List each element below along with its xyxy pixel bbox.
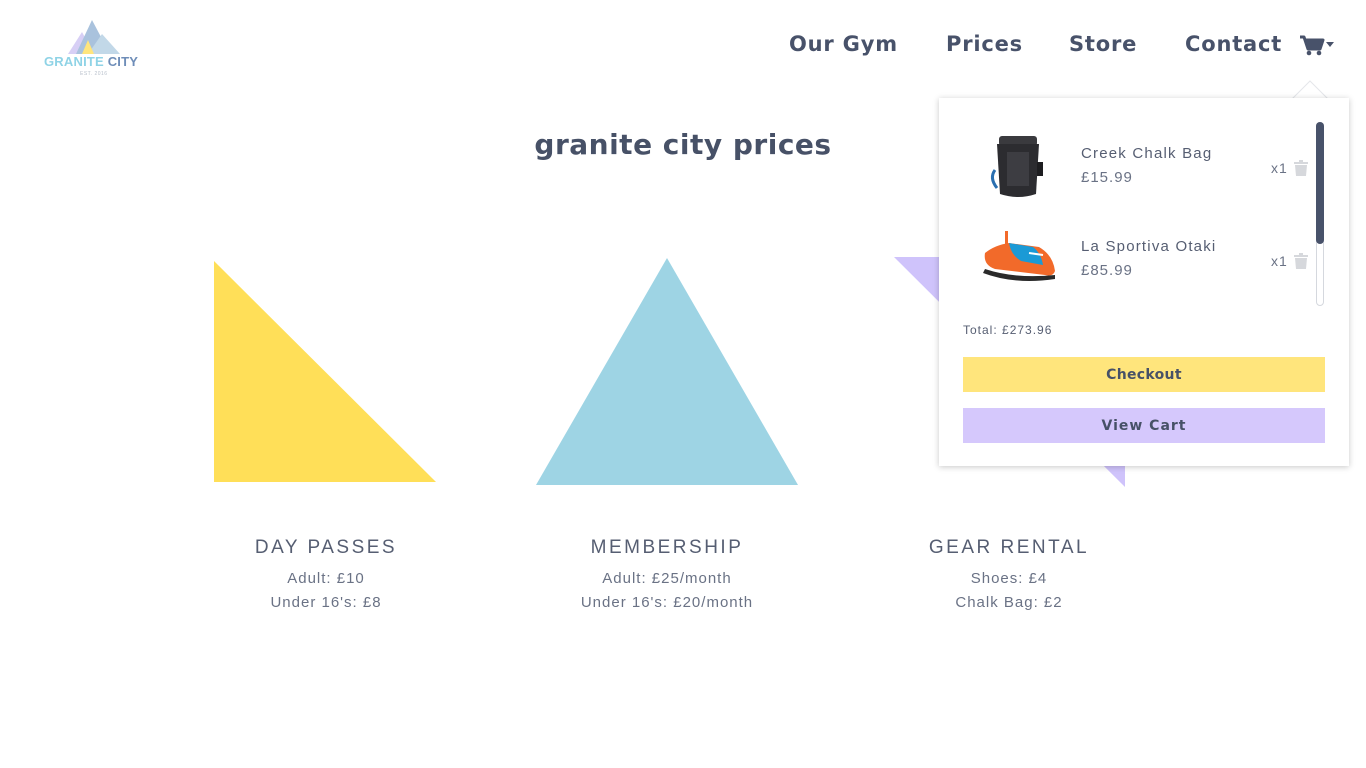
nav-prices[interactable]: Prices bbox=[946, 32, 1023, 62]
climbing-shoe-image bbox=[983, 231, 1055, 281]
nav-our-gym[interactable]: Our Gym bbox=[789, 32, 898, 62]
cart-dropdown-toggle[interactable] bbox=[1298, 34, 1338, 58]
card-title-day-passes: DAY PASSES bbox=[254, 537, 398, 558]
membership-under16-price: Under 16's: £20/month bbox=[580, 594, 754, 611]
cart-item-name[interactable]: Creek Chalk Bag bbox=[1081, 145, 1212, 162]
cart-item-price: £85.99 bbox=[1081, 262, 1133, 279]
cart-item-quantity: x1 bbox=[1271, 160, 1288, 176]
cart-dropdown: Creek Chalk Bag £15.99 x1 La Sportiva Ot… bbox=[939, 98, 1349, 466]
day-passes-under16-price: Under 16's: £8 bbox=[270, 594, 382, 611]
cart-item-quantity: x1 bbox=[1271, 253, 1288, 269]
checkout-button[interactable]: Checkout bbox=[963, 357, 1325, 392]
shopping-cart-icon bbox=[1300, 35, 1334, 56]
day-passes-triangle bbox=[214, 261, 436, 482]
chevron-down-icon bbox=[1326, 42, 1334, 47]
brand-name: GRANITE CITY bbox=[44, 54, 144, 69]
nav-contact[interactable]: Contact bbox=[1185, 32, 1282, 62]
cart-item-price: £15.99 bbox=[1081, 169, 1133, 186]
membership-triangle bbox=[536, 258, 798, 485]
brand-est: EST. 2016 bbox=[80, 71, 108, 77]
nav-store[interactable]: Store bbox=[1069, 32, 1137, 62]
cart-item: La Sportiva Otaki £85.99 x1 bbox=[939, 223, 1349, 303]
cart-scrollbar-thumb[interactable] bbox=[1316, 122, 1324, 244]
card-title-membership: MEMBERSHIP bbox=[590, 537, 744, 558]
membership-adult-price: Adult: £25/month bbox=[602, 570, 732, 587]
card-title-gear-rental: GEAR RENTAL bbox=[928, 537, 1090, 558]
cart-item: Creek Chalk Bag £15.99 x1 bbox=[939, 130, 1349, 210]
trash-icon[interactable] bbox=[1294, 253, 1308, 269]
cart-total: Total: £273.96 bbox=[963, 323, 1053, 337]
gear-rental-chalkbag-price: Chalk Bag: £2 bbox=[955, 594, 1063, 611]
cart-dropdown-caret bbox=[1292, 80, 1328, 100]
day-passes-adult-price: Adult: £10 bbox=[287, 570, 365, 587]
gear-rental-shoes-price: Shoes: £4 bbox=[970, 570, 1048, 587]
view-cart-button[interactable]: View Cart bbox=[963, 408, 1325, 443]
granite-city-logo[interactable]: GRANITE CITY EST. 2016 bbox=[44, 18, 144, 78]
brand-name-part2: CITY bbox=[107, 54, 139, 69]
mountain-logo-icon bbox=[68, 20, 120, 54]
brand-name-part1: GRANITE bbox=[44, 54, 104, 69]
chalk-bag-image bbox=[990, 136, 1043, 197]
trash-icon[interactable] bbox=[1294, 160, 1308, 176]
cart-item-name[interactable]: La Sportiva Otaki bbox=[1081, 238, 1216, 255]
